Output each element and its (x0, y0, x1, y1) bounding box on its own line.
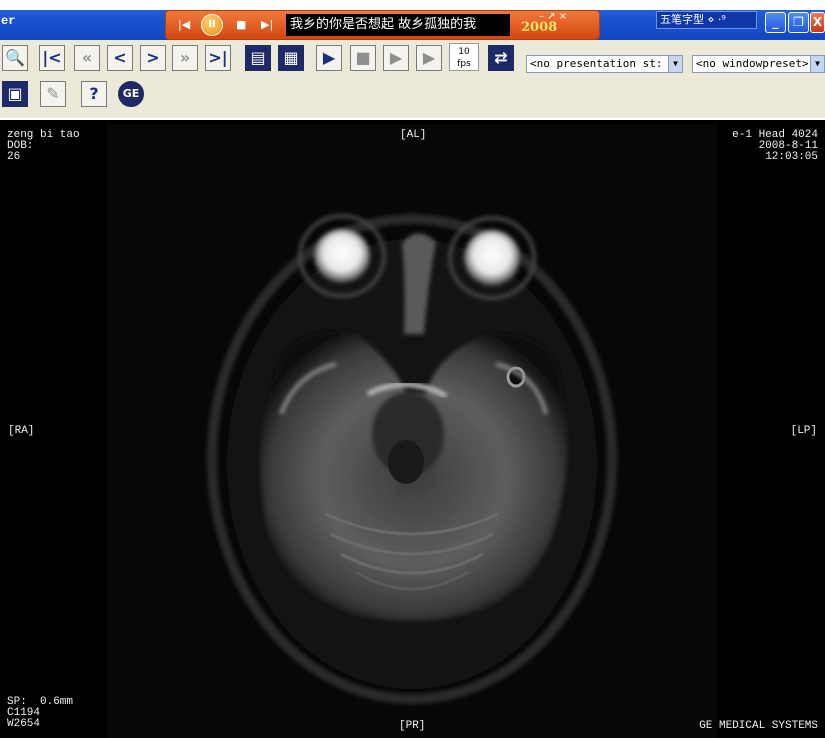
fps-unit: fps (457, 59, 471, 69)
restore-button[interactable]: ❐ (788, 12, 809, 33)
zoom-icon[interactable]: 🔍 (2, 45, 28, 71)
minimize-button[interactable]: _ (765, 12, 786, 33)
previous-track-button[interactable]: |◀ (178, 18, 190, 32)
song-title-marquee: 我乡的你是否想起 故乡孤独的我 (286, 14, 510, 36)
stop-button[interactable]: ■ (236, 18, 246, 32)
player-window-controls[interactable]: – ↗ × (539, 11, 567, 22)
mri-axial-image[interactable] (106, 124, 718, 738)
invert-icon[interactable]: ▣ (2, 81, 28, 107)
orientation-right-label: [LP] (790, 425, 817, 437)
window-title: er (1, 14, 16, 28)
next-image-button[interactable]: > (140, 45, 166, 71)
window-preset-value: <no windowpreset> (696, 57, 809, 70)
layout-grid-button[interactable]: ▦ (278, 45, 304, 71)
first-image-button[interactable]: |< (39, 45, 65, 71)
image-viewport[interactable]: zeng bi tao DOB: 26 [AL] e-1 Head 4024 2… (0, 124, 825, 738)
chevron-down-icon[interactable]: ▼ (668, 56, 682, 72)
study-info-overlay: e-1 Head 4024 2008-8-11 12:03:05 (732, 129, 818, 163)
title-bar[interactable]: er |◀ II ■ ▶| 我乡的你是否想起 故乡孤独的我 2008 – ↗ ×… (0, 0, 825, 40)
patient-info-overlay: zeng bi tao DOB: 26 (7, 129, 80, 163)
brain-scan-graphic (207, 214, 617, 704)
last-image-button[interactable]: >| (205, 45, 231, 71)
viewer-toolbar: 🔍 |< « < > » >| ▤ ▦ ▶ ■ ▶ ▶ 10 fps ⇄ <no… (0, 40, 825, 120)
media-player-widget[interactable]: |◀ II ■ ▶| 我乡的你是否想起 故乡孤独的我 2008 – ↗ × (165, 10, 600, 40)
help-icon[interactable]: ? (81, 81, 107, 107)
stop-playback-button[interactable]: ■ (350, 45, 376, 71)
fps-value: 10 (458, 47, 470, 57)
acquisition-params-overlay: SP: 0.6mm C1194 W2654 (7, 696, 74, 730)
ime-status-bar[interactable]: 五笔字型 ⋄ ·⁹ (656, 11, 757, 29)
presentation-state-select[interactable]: <no presentation st: ▼ (526, 55, 683, 73)
ge-logo-icon[interactable]: GE (118, 81, 144, 107)
presentation-state-value: <no presentation st: (530, 57, 663, 70)
previous-image-button[interactable]: < (107, 45, 133, 71)
ime-mode-label[interactable]: 五笔字型 (660, 13, 704, 26)
orientation-top-label: [AL] (400, 129, 427, 141)
chevron-down-icon[interactable]: ▼ (810, 56, 824, 72)
vendor-label: GE MEDICAL SYSTEMS (699, 720, 818, 732)
year-badge: 2008 (521, 20, 558, 35)
play-button[interactable]: ▶ (316, 45, 342, 71)
pause-button[interactable]: II (201, 14, 223, 36)
window-preset-select[interactable]: <no windowpreset> ▼ (692, 55, 825, 73)
export-icon[interactable]: ⇄ (488, 45, 514, 71)
fast-back-button[interactable]: « (74, 45, 100, 71)
next-track-button[interactable]: ▶| (261, 18, 273, 32)
layout-rows-button[interactable]: ▤ (245, 45, 271, 71)
ime-extra-icons[interactable]: ⋄ ·⁹ (708, 13, 726, 26)
slower-button[interactable]: ▶ (383, 45, 409, 71)
orientation-left-label: [RA] (8, 425, 35, 437)
fps-display[interactable]: 10 fps (449, 43, 479, 71)
faster-button[interactable]: ▶ (416, 45, 442, 71)
annotate-icon[interactable]: ✎ (40, 81, 66, 107)
orientation-bottom-label: [PR] (399, 720, 426, 732)
fast-forward-button[interactable]: » (172, 45, 198, 71)
close-button[interactable]: X (810, 12, 825, 33)
